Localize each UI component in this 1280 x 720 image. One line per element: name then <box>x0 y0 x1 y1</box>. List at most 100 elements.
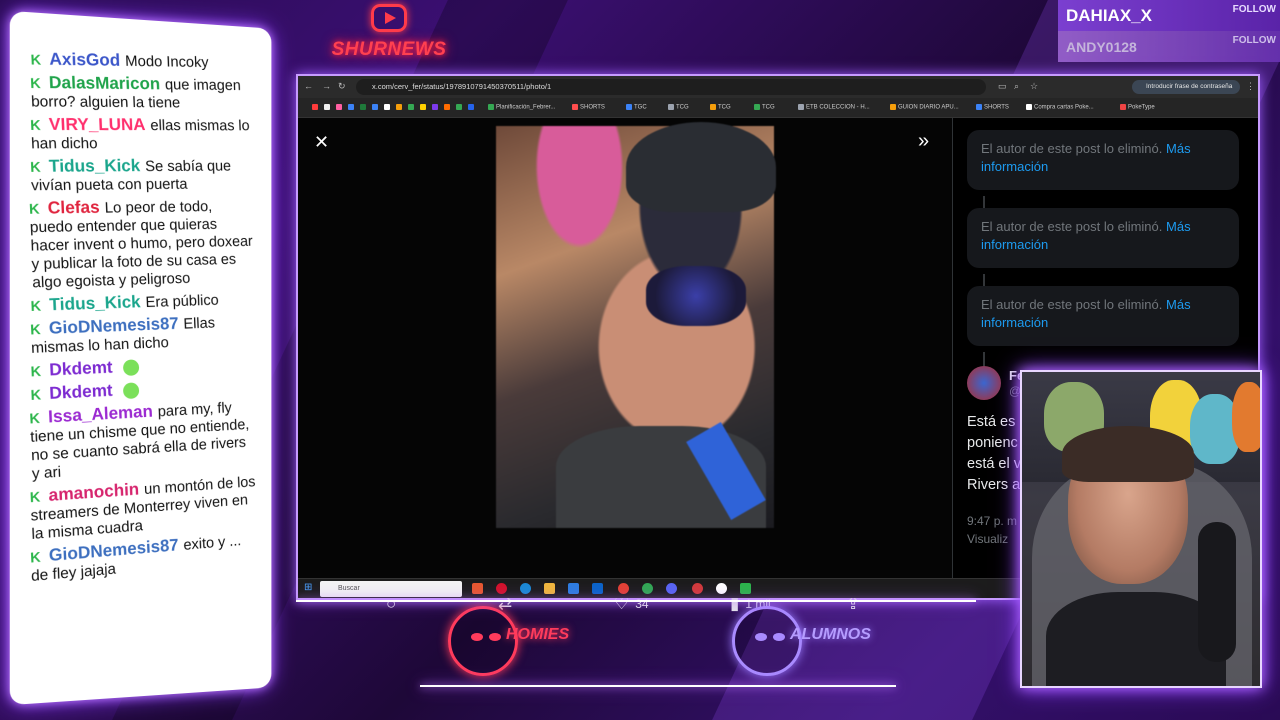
chat-username[interactable]: Tidus_Kick <box>48 156 140 176</box>
bookmark-item[interactable]: TCG <box>754 104 775 111</box>
bookmark-icon[interactable] <box>360 104 368 111</box>
chat-username[interactable]: VIRY_LUNA <box>48 115 145 134</box>
bookmark-item[interactable]: PokeType <box>1120 104 1155 111</box>
opera-icon[interactable] <box>496 583 507 594</box>
brave-icon[interactable] <box>472 583 483 594</box>
avatar[interactable] <box>967 366 1001 400</box>
follower-name: ANDY0128 <box>1066 39 1137 55</box>
deleted-post-notice: El autor de este post lo eliminó. Más in… <box>967 286 1239 346</box>
homies-logo: HOMIES <box>448 606 608 682</box>
bookmark-icon[interactable] <box>408 104 416 111</box>
chat-message: K DalasMaricon que imagen borro? alguien l… <box>29 73 257 113</box>
chat-username[interactable]: AxisGod <box>49 49 121 69</box>
bookmark-item[interactable]: TCG <box>710 104 731 111</box>
bookmark-favicon <box>572 104 578 110</box>
url-field[interactable]: x.com/cerv_fer/status/197891079145037051… <box>356 79 986 95</box>
menu-dots-icon[interactable]: ⋮ <box>1246 81 1255 92</box>
bookmark-item[interactable]: Planificación_Febrer... <box>488 104 555 111</box>
bookmark-item[interactable]: ETB COLECCION - H... <box>798 104 870 111</box>
bookmark-icon[interactable] <box>468 104 476 111</box>
kick-icon: K <box>29 409 41 427</box>
bookmark-favicon <box>798 104 804 110</box>
kick-icon: K <box>29 74 42 92</box>
bookmark-icon[interactable] <box>384 104 392 111</box>
shurnews-logo-text: SHURNEWS <box>331 39 447 60</box>
chat-message: K Tidus_Kick Era público <box>30 290 256 316</box>
bookmark-favicon <box>710 104 716 110</box>
shurnews-logo: SHURNEWS <box>322 4 456 64</box>
cast-icon[interactable]: ▭ <box>998 81 1007 92</box>
kick-icon: K <box>30 297 42 314</box>
bookmark-icon[interactable] <box>456 104 464 111</box>
bookmarks-bar: Planificación_Febrer... SHORTS TGC TCG TCG TC… <box>298 98 1258 118</box>
follow-tag: FOLLOW <box>1232 4 1276 15</box>
microphone <box>1198 522 1236 662</box>
reload-icon[interactable]: ↻ <box>338 81 346 92</box>
chat-username[interactable]: DalasMaricon <box>48 73 160 93</box>
bookmark-item[interactable]: Compra cartas Poke... <box>1026 104 1094 111</box>
folder-icon[interactable] <box>544 583 555 594</box>
chat-message: K GioDNemesis87 Ellas mismas lo han dicho <box>30 312 257 358</box>
emote-icon <box>123 359 140 377</box>
chat-username[interactable]: Dkdemt <box>49 381 113 403</box>
bookmark-icon[interactable] <box>348 104 356 111</box>
follow-alerts: DAHIAX_X FOLLOW ANDY0128 FOLLOW <box>1058 0 1280 62</box>
taskbar-search[interactable]: Buscar <box>320 581 462 597</box>
mail-icon[interactable] <box>592 583 603 594</box>
neon-divider <box>420 685 896 687</box>
bookmark-icon[interactable] <box>372 104 380 111</box>
bookmark-star-icon[interactable]: ☆ <box>1030 81 1038 92</box>
photo-cap <box>626 122 776 212</box>
plush-toy <box>1232 382 1260 452</box>
alumnos-logo-text: ALUMNOS <box>790 626 871 643</box>
bookmark-favicon <box>488 104 494 110</box>
bookmark-item[interactable]: TGC <box>626 104 647 111</box>
windows-start-icon[interactable]: ⊞ <box>304 582 312 593</box>
app-green-icon[interactable] <box>740 583 751 594</box>
edge-icon[interactable] <box>520 583 531 594</box>
forward-icon[interactable]: → <box>322 81 331 91</box>
back-icon[interactable]: ← <box>304 81 313 91</box>
expand-icon[interactable]: » <box>918 130 929 153</box>
discord-icon[interactable] <box>666 583 677 594</box>
bookmark-icon[interactable] <box>312 104 320 111</box>
follow-alert: DAHIAX_X FOLLOW <box>1058 0 1280 31</box>
bookmark-favicon <box>890 104 896 110</box>
bookmark-item[interactable]: SHORTS <box>572 104 605 111</box>
follower-name: DAHIAX_X <box>1066 6 1152 25</box>
bookmark-item[interactable]: SHORTS <box>976 104 1009 111</box>
kick-icon: K <box>30 362 42 380</box>
chat-username[interactable]: Clefas <box>47 198 100 218</box>
youtube-play-icon <box>371 4 407 32</box>
chat-list: K AxisGod Modo Incoky K DalasMaricon que imag… <box>29 45 258 585</box>
chat-panel: K AxisGod Modo Incoky K DalasMaricon que imag… <box>9 10 272 706</box>
bookmark-favicon <box>1120 104 1126 110</box>
neon-divider <box>296 600 976 602</box>
emote-icon <box>123 382 140 400</box>
address-bar-row: ← → ↻ x.com/cerv_fer/status/197891079145… <box>298 76 1258 98</box>
app-icon[interactable] <box>692 583 703 594</box>
zoom-icon[interactable]: ⌕ <box>1014 81 1019 92</box>
kick-icon: K <box>30 386 42 403</box>
bookmark-icon[interactable] <box>336 104 344 111</box>
post-photo[interactable] <box>496 122 776 528</box>
bookmark-icon[interactable] <box>420 104 428 111</box>
bookmark-item[interactable]: GUION DIARIO APU... <box>890 104 959 111</box>
chrome-profile-icon[interactable] <box>642 583 653 594</box>
bookmark-favicon <box>626 104 632 110</box>
chrome-icon[interactable] <box>618 583 629 594</box>
close-icon[interactable]: ✕ <box>314 132 329 153</box>
bookmark-icon[interactable] <box>444 104 452 111</box>
pokeball-icon[interactable] <box>716 583 727 594</box>
chat-username[interactable]: Tidus_Kick <box>49 292 141 314</box>
password-chip[interactable]: Introducir frase de contraseña <box>1132 80 1240 94</box>
bookmark-icon[interactable] <box>432 104 440 111</box>
chat-username[interactable]: Dkdemt <box>49 357 113 379</box>
bookmark-item[interactable]: TCG <box>668 104 689 111</box>
chat-message: K Issa_Aleman para my, fly tiene un chisme… <box>29 397 258 484</box>
store-icon[interactable] <box>568 583 579 594</box>
photo-viewer: ✕ » ○ ⇄ ♡ 34 ▮ 1 mil ⇪ <box>298 118 952 613</box>
bookmark-icon[interactable] <box>396 104 404 111</box>
bookmark-icon[interactable] <box>324 104 332 111</box>
post-text: Está es l ponienc está el v Rivers a <box>967 414 1023 493</box>
